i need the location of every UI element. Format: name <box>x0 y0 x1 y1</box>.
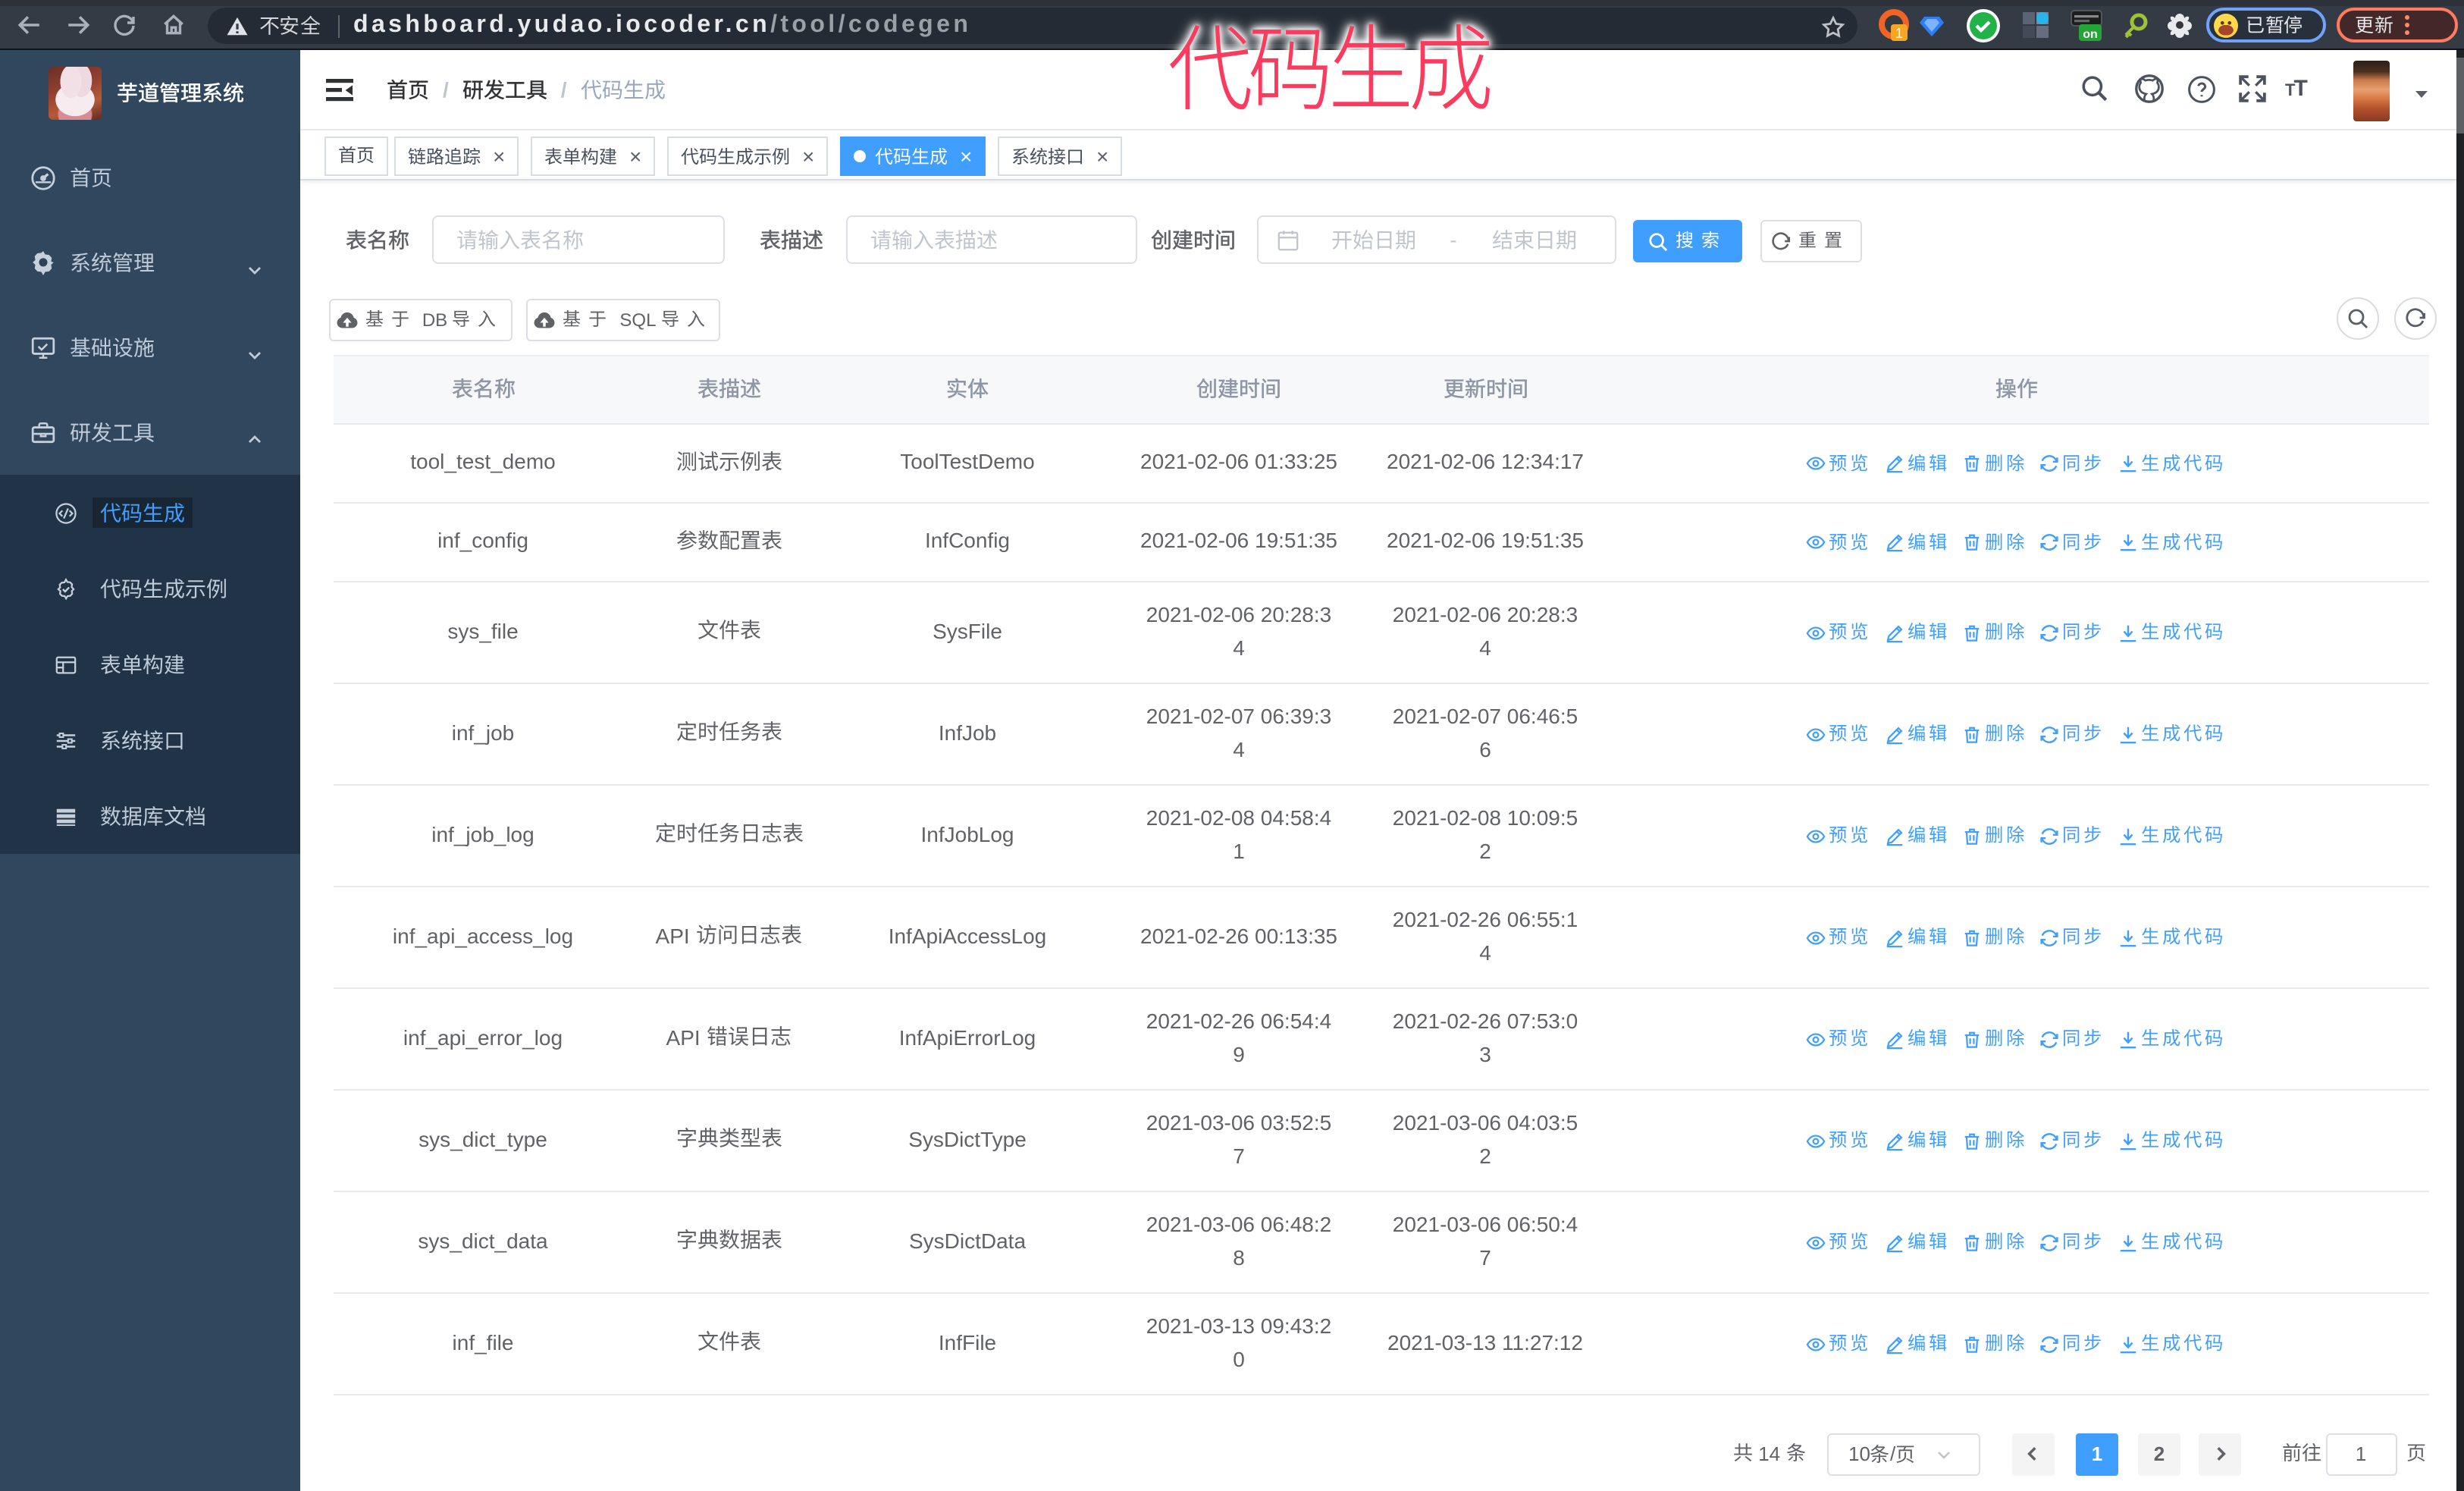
svg-text:1: 1 <box>1895 25 1903 40</box>
svg-text:on: on <box>2083 27 2098 40</box>
